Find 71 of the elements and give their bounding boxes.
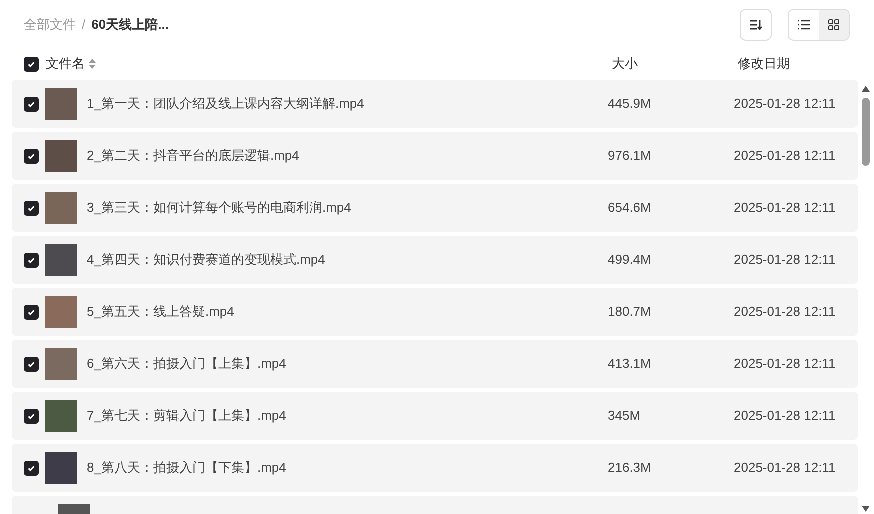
grid-view-button[interactable] — [819, 10, 849, 40]
modified-date: 2025-01-28 12:11 — [734, 303, 837, 322]
checkmark-icon — [27, 360, 36, 368]
video-thumbnail — [45, 348, 77, 380]
checkmark-icon — [27, 256, 36, 264]
checkbox[interactable] — [24, 460, 39, 476]
checkmark-icon — [27, 204, 36, 212]
sort-arrows-icon — [89, 59, 96, 69]
checkbox[interactable] — [24, 200, 39, 216]
checkbox[interactable] — [24, 252, 39, 268]
file-name: 4_第四天：知识付费赛道的变现模式.mp4 — [87, 251, 326, 270]
file-size: 654.6M — [608, 199, 652, 218]
checkmark-icon — [27, 412, 36, 420]
file-size: 413.1M — [608, 355, 652, 374]
file-size: 976.1M — [608, 147, 652, 166]
checkmark-icon — [27, 152, 36, 160]
file-row[interactable]: 5_第五天：线上答疑.mp4 180.7M 2025-01-28 12:11 — [12, 288, 858, 336]
file-name: 5_第五天：线上答疑.mp4 — [87, 303, 234, 322]
scroll-down-icon[interactable] — [862, 506, 870, 512]
file-row[interactable]: 6_第六天：拍摄入门【上集】.mp4 413.1M 2025-01-28 12:11 — [12, 340, 858, 388]
file-name: 8_第八天：拍摄入门【下集】.mp4 — [87, 459, 286, 478]
checkbox[interactable] — [24, 408, 39, 424]
video-thumbnail — [45, 192, 77, 224]
file-size: 499.4M — [608, 251, 652, 270]
checkbox[interactable] — [24, 96, 39, 112]
file-row[interactable]: 2_第二天：抖音平台的底层逻辑.mp4 976.1M 2025-01-28 12:11 — [12, 132, 858, 180]
file-row[interactable]: 4_第四天：知识付费赛道的变现模式.mp4 499.4M 2025-01-28 12:11 — [12, 236, 858, 284]
checkbox[interactable] — [24, 148, 39, 164]
modified-date: 2025-01-28 12:11 — [734, 147, 837, 166]
file-name: 6_第六天：拍摄入门【上集】.mp4 — [87, 355, 286, 374]
checkbox[interactable] — [24, 304, 39, 320]
file-size: 180.7M — [608, 303, 652, 322]
file-name: 3_第三天：如何计算每个账号的电商利润.mp4 — [87, 199, 352, 218]
sort-button[interactable] — [740, 9, 772, 41]
checkbox[interactable] — [24, 356, 39, 372]
file-row[interactable]: 7_第七天：剪辑入门【上集】.mp4 345M 2025-01-28 12:11 — [12, 392, 858, 440]
modified-date: 2025-01-28 12:11 — [734, 355, 837, 374]
file-name: 7_第七天：剪辑入门【上集】.mp4 — [87, 407, 286, 426]
checkbox[interactable] — [24, 56, 39, 72]
file-size: 216.3M — [608, 459, 652, 478]
list-icon — [798, 20, 810, 30]
checkmark-icon — [27, 308, 36, 316]
grid-icon — [828, 19, 840, 31]
video-thumbnail — [45, 140, 77, 172]
column-header[interactable]: 大小 — [612, 54, 738, 74]
modified-date: 2025-01-28 12:11 — [734, 407, 837, 426]
modified-date: 2025-01-28 12:11 — [734, 95, 837, 114]
video-thumbnail — [45, 452, 77, 484]
scroll-thumb[interactable] — [862, 98, 870, 166]
modified-date: 2025-01-28 12:11 — [734, 251, 837, 270]
file-row[interactable]: 1_第一天：团队介绍及线上课内容大纲详解.mp4 445.9M 2025-01-28 12:11 — [12, 80, 858, 128]
checkmark-icon — [27, 464, 36, 472]
scroll-up-icon[interactable] — [862, 86, 870, 92]
column-header[interactable]: 文件名 — [46, 54, 85, 74]
column-header[interactable]: 修改日期 — [738, 54, 874, 74]
video-thumbnail — [45, 400, 77, 432]
checkmark-icon — [27, 60, 36, 68]
video-thumbnail — [45, 296, 77, 328]
checkmark-icon — [27, 100, 36, 108]
video-thumbnail — [45, 88, 77, 120]
file-name: 1_第一天：团队介绍及线上课内容大纲详解.mp4 — [87, 95, 364, 114]
modified-date: 2025-01-28 12:11 — [734, 199, 837, 218]
file-row[interactable]: 8_第八天：拍摄入门【下集】.mp4 216.3M 2025-01-28 12:11 — [12, 444, 858, 492]
file-size: 345M — [608, 407, 642, 426]
modified-date: 2025-01-28 12:11 — [734, 459, 837, 478]
file-row[interactable]: 3_第三天：如何计算每个账号的电商利润.mp4 654.6M 2025-01-28 12:11 — [12, 184, 858, 232]
sort-icon — [749, 19, 763, 31]
file-name: 2_第二天：抖音平台的底层逻辑.mp4 — [87, 147, 300, 166]
breadcrumb-current: 60天线上陪... — [92, 16, 169, 34]
video-thumbnail — [45, 244, 77, 276]
file-size: 445.9M — [608, 95, 652, 114]
